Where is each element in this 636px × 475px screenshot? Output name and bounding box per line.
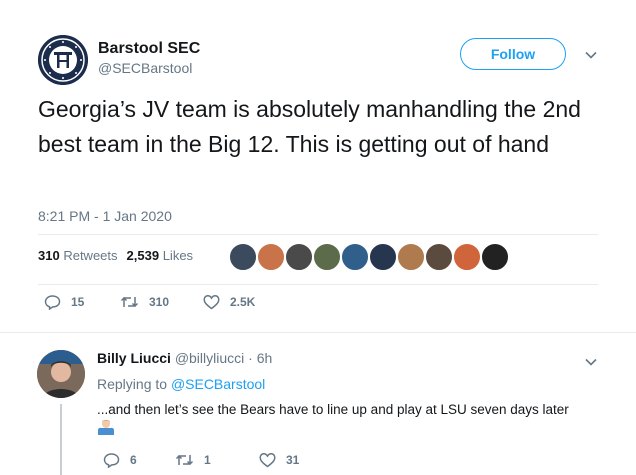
tweet-timestamp[interactable]: 8:21 PM - 1 Jan 2020 — [38, 208, 172, 224]
reply-author[interactable]: Billy Liucci @billyliucci · 6h — [97, 350, 272, 366]
heart-icon — [259, 453, 276, 468]
retweet-icon — [175, 454, 194, 466]
liker-avatar[interactable] — [285, 243, 313, 271]
like-button[interactable]: 31 — [259, 452, 299, 468]
reply-author-meta: @billyliucci · 6h — [174, 350, 273, 366]
divider — [0, 332, 636, 333]
reply-button[interactable]: 6 — [103, 452, 137, 468]
liker-avatar[interactable] — [369, 243, 397, 271]
reply-author-name: Billy Liucci — [97, 350, 171, 366]
liker-avatar[interactable] — [257, 243, 285, 271]
liker-avatar[interactable] — [481, 243, 509, 271]
retweet-count: 310 — [149, 295, 170, 309]
replying-to: Replying to @SECBarstool — [97, 376, 265, 392]
barstool-logo-icon[interactable] — [38, 35, 88, 85]
author-name[interactable]: Barstool SEC — [98, 40, 200, 58]
reply-count: 15 — [71, 295, 85, 309]
reply-text: ...and then let’s see the Bears have to … — [97, 402, 569, 417]
author-handle[interactable]: @SECBarstool — [98, 60, 192, 76]
follow-button[interactable]: Follow — [460, 38, 566, 70]
retweet-count: 1 — [204, 453, 211, 467]
retweet-button[interactable]: 310 — [120, 294, 169, 310]
avatar[interactable] — [37, 350, 85, 398]
replying-prefix: Replying to — [97, 376, 168, 392]
reply-icon — [44, 295, 61, 310]
retweets-stat[interactable]: 310 Retweets — [38, 248, 118, 263]
like-button[interactable]: 2.5K — [203, 294, 255, 310]
thread-line — [60, 404, 62, 475]
engagement-stats: 310 Retweets 2,539 Likes — [38, 248, 193, 263]
liker-avatar[interactable] — [453, 243, 481, 271]
like-count: 31 — [286, 453, 300, 467]
reply-button[interactable]: 15 — [44, 294, 84, 310]
liker-avatar[interactable] — [425, 243, 453, 271]
liker-avatar[interactable] — [397, 243, 425, 271]
retweets-count: 310 — [38, 248, 60, 263]
reply-icon — [103, 453, 120, 468]
divider — [38, 234, 598, 235]
likes-count: 2,539 — [126, 248, 160, 263]
liker-avatar[interactable] — [229, 243, 257, 271]
liker-avatar[interactable] — [313, 243, 341, 271]
divider — [38, 284, 598, 285]
man-shrugging-emoji-icon — [97, 419, 115, 435]
reply-count: 6 — [130, 453, 137, 467]
retweet-icon — [120, 296, 139, 308]
likes-label: Likes — [162, 248, 194, 263]
chevron-down-icon[interactable] — [584, 355, 598, 374]
likes-stat[interactable]: 2,539 Likes — [127, 248, 194, 263]
like-count: 2.5K — [230, 295, 256, 309]
retweet-button[interactable]: 1 — [175, 452, 211, 468]
retweets-label: Retweets — [63, 248, 118, 263]
heart-icon — [203, 295, 220, 310]
tweet-text: Georgia’s JV team is absolutely manhandl… — [38, 96, 581, 157]
chevron-down-icon[interactable] — [584, 48, 598, 67]
liker-avatar[interactable] — [341, 243, 369, 271]
replying-handle-link[interactable]: @SECBarstool — [171, 376, 265, 392]
